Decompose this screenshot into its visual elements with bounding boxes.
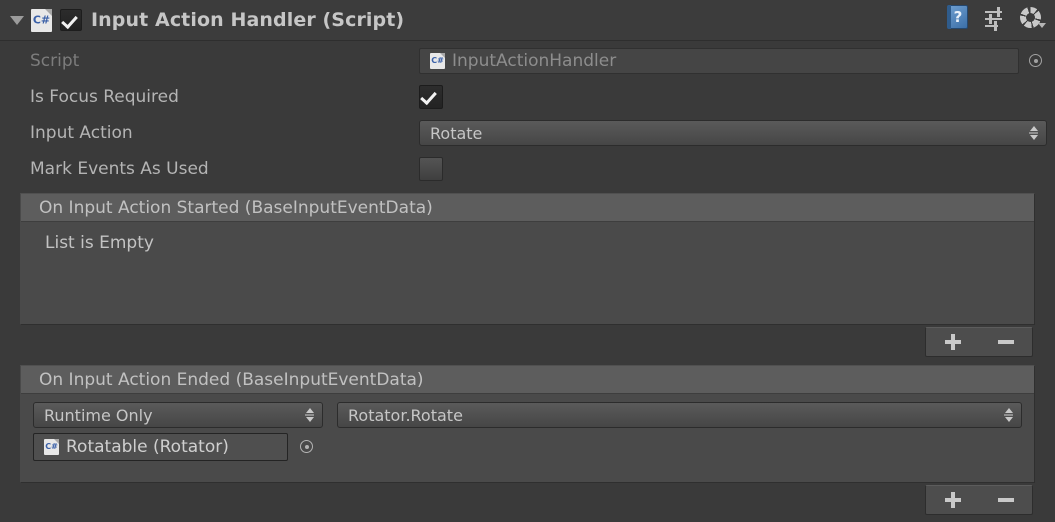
minus-icon: [997, 498, 1014, 502]
event-list-started-empty: List is Empty: [45, 233, 154, 253]
property-list: Script C# InputActionHandler Is Focus Re…: [0, 41, 1055, 187]
row-is-focus-required: Is Focus Required: [0, 79, 1055, 115]
event-list-started: On Input Action Started (BaseInputEventD…: [20, 193, 1035, 325]
event-mode-value: Runtime Only: [44, 405, 153, 425]
help-icon[interactable]: ?: [945, 4, 971, 31]
event-list-started-remove-button[interactable]: [979, 328, 1032, 356]
script-value: InputActionHandler: [452, 51, 617, 71]
event-list-started-footer: [0, 325, 1055, 359]
event-list-ended-header: On Input Action Ended (BaseInputEventDat…: [21, 366, 1034, 394]
event-list-started-title: On Input Action Started (BaseInputEventD…: [39, 197, 433, 218]
is-focus-required-checkbox[interactable]: [419, 85, 443, 109]
is-focus-required-label: Is Focus Required: [30, 87, 179, 107]
script-object-picker-icon[interactable]: [1025, 50, 1047, 72]
event-entry-row: Runtime Only Rotator.Rotate: [31, 402, 1024, 428]
event-list-started-body: List is Empty: [21, 222, 1034, 263]
event-list-ended-body: Runtime Only Rotator.Rotate C# Rotatable…: [21, 394, 1034, 471]
input-action-value: Rotate: [430, 123, 483, 143]
component-title: Input Action Handler (Script): [91, 9, 405, 31]
updown-arrows-icon: [305, 407, 316, 423]
input-action-label: Input Action: [30, 123, 133, 143]
event-list-ended-buttons: [925, 485, 1033, 515]
row-script: Script C# InputActionHandler: [0, 43, 1055, 79]
event-list-started-add-button[interactable]: [926, 328, 979, 356]
event-list-ended-title: On Input Action Ended (BaseInputEventDat…: [39, 369, 424, 390]
script-value-box[interactable]: C# InputActionHandler: [419, 48, 1019, 74]
header-icon-group: ?: [945, 4, 1047, 31]
script-label: Script: [30, 51, 80, 71]
chevron-down-icon: [10, 15, 24, 25]
gear-icon[interactable]: [1019, 5, 1047, 31]
event-list-ended-add-button[interactable]: [926, 486, 979, 514]
event-list-ended: On Input Action Ended (BaseInputEventDat…: [20, 365, 1035, 483]
row-input-action: Input Action Rotate: [0, 115, 1055, 151]
updown-arrows-icon: [1029, 125, 1040, 141]
event-target-picker-icon[interactable]: [296, 436, 318, 458]
event-list-ended-remove-button[interactable]: [979, 486, 1032, 514]
event-method-dropdown[interactable]: Rotator.Rotate: [337, 402, 1022, 428]
mark-events-as-used-checkbox[interactable]: [419, 157, 443, 181]
preset-icon[interactable]: [982, 5, 1008, 31]
updown-arrows-icon: [1004, 407, 1015, 423]
csharp-file-icon: C#: [44, 439, 59, 455]
csharp-file-icon: C#: [430, 53, 445, 69]
inspector-panel: C# Input Action Handler (Script) ? Scrip…: [0, 0, 1055, 522]
event-list-ended-footer: [0, 483, 1055, 517]
csharp-script-icon: C#: [31, 8, 52, 32]
event-list-started-header: On Input Action Started (BaseInputEventD…: [21, 194, 1034, 222]
minus-icon: [997, 340, 1014, 344]
foldout-toggle[interactable]: [7, 10, 27, 30]
event-target-row: C# Rotatable (Rotator): [31, 428, 1024, 461]
event-target-value: Rotatable (Rotator): [66, 437, 229, 457]
script-object-field: C# InputActionHandler: [419, 48, 1055, 74]
row-mark-events-as-used: Mark Events As Used: [0, 151, 1055, 187]
event-list-started-buttons: [925, 327, 1033, 357]
event-method-value: Rotator.Rotate: [348, 405, 463, 425]
event-mode-dropdown[interactable]: Runtime Only: [33, 402, 323, 428]
mark-events-as-used-label: Mark Events As Used: [30, 159, 209, 179]
component-enabled-checkbox[interactable]: [60, 9, 82, 31]
input-action-dropdown[interactable]: Rotate: [419, 120, 1047, 146]
component-header[interactable]: C# Input Action Handler (Script) ?: [0, 0, 1055, 41]
event-target-object-field[interactable]: C# Rotatable (Rotator): [33, 433, 288, 461]
